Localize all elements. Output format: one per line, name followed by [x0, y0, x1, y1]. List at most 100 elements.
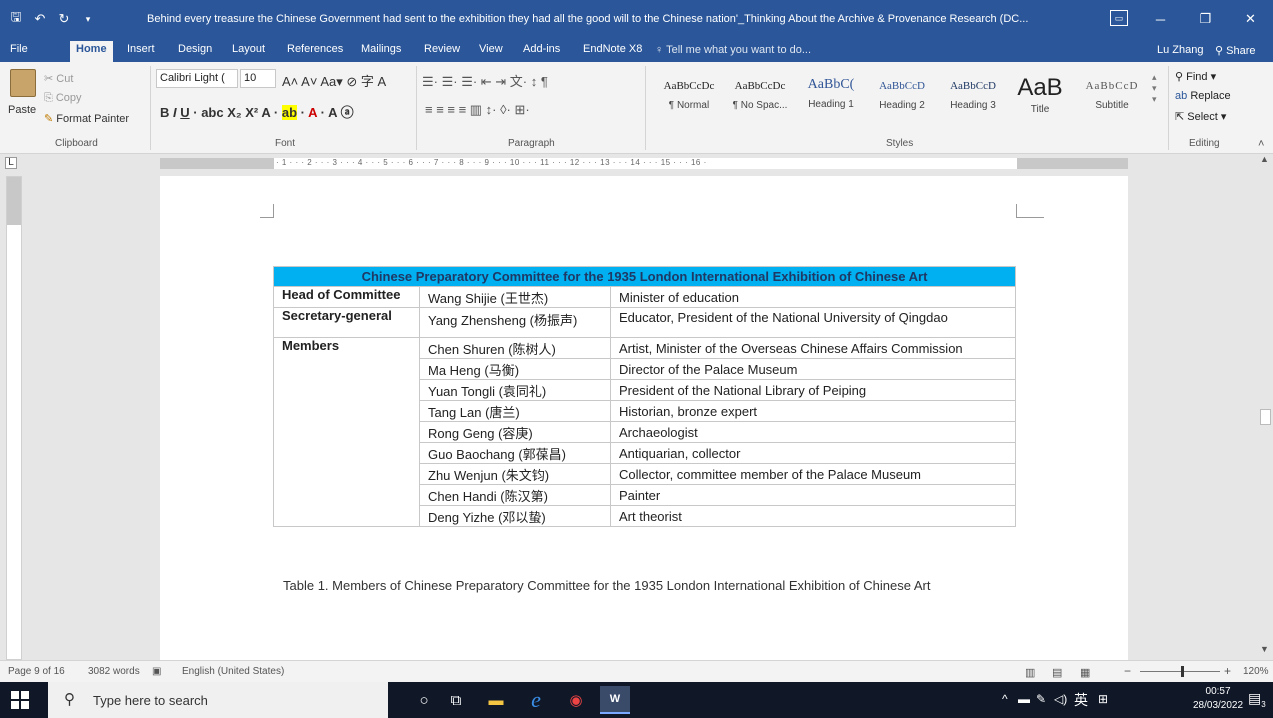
list-buttons[interactable]: ☰· ☰· ☰· ⇤ ⇥ 文· ↕ ¶ — [422, 71, 548, 90]
style-heading-2[interactable]: AaBbCcD Heading 2 — [868, 80, 936, 111]
task-view-icon[interactable]: ⧉ — [444, 689, 468, 711]
ruler-ticks: · 1 · · · 2 · · · 3 · · · 4 · · · 5 · · … — [276, 158, 707, 167]
document-page[interactable]: Chinese Preparatory Committee for the 19… — [160, 176, 1128, 660]
language-indicator[interactable]: English (United States) — [182, 666, 284, 677]
cortana-icon[interactable]: ○ — [412, 689, 436, 711]
network-icon[interactable]: ▬ — [1018, 692, 1030, 706]
copy-button[interactable]: ⎘ Copy — [44, 92, 82, 105]
font-format-buttons[interactable]: B I U · abc X₂ X² A · ab · A · A ⓐ — [160, 102, 354, 121]
quick-access-toolbar: 🖫 ↶ ↻ ▾ — [6, 9, 98, 28]
close-icon[interactable]: ✕ — [1228, 0, 1273, 38]
read-mode-icon[interactable]: ▥ — [1025, 666, 1035, 679]
zoom-slider-handle[interactable] — [1181, 666, 1184, 677]
collapse-ribbon-icon[interactable]: ˄ — [1258, 138, 1264, 150]
edge-icon[interactable]: e — [524, 687, 548, 712]
style-heading-3[interactable]: AaBbCcD Heading 3 — [939, 80, 1007, 111]
ribbon-tabs: File Home Insert Design Layout Reference… — [0, 38, 1273, 62]
web-layout-icon[interactable]: ▦ — [1080, 666, 1090, 679]
tab-add-ins[interactable]: Add-ins — [523, 43, 560, 55]
zoom-level[interactable]: 120% — [1243, 666, 1269, 677]
notifications-icon[interactable]: ▤3 — [1248, 690, 1266, 709]
scroll-down-icon[interactable]: ▼ — [1260, 644, 1269, 654]
tab-file[interactable]: File — [10, 43, 28, 55]
search-icon: ⚲ — [1175, 71, 1184, 83]
word-taskbar-icon[interactable]: W — [600, 686, 630, 714]
style-normal[interactable]: AaBbCcDc ¶ Normal — [655, 80, 723, 111]
committee-table[interactable]: Chinese Preparatory Committee for the 19… — [273, 266, 1016, 527]
proofing-icon[interactable]: ▣ — [152, 666, 161, 677]
file-explorer-icon[interactable]: ▬ — [484, 689, 508, 711]
ribbon: Paste ✂ Cut ⎘ Copy ✎ Format Painter Clip… — [0, 62, 1273, 154]
margin-corner-mark — [1016, 204, 1044, 218]
paste-button[interactable]: Paste — [8, 104, 36, 116]
redo-icon[interactable]: ↻ — [54, 10, 74, 28]
select-button[interactable]: ⇱ Select ▾ — [1175, 110, 1226, 123]
paste-icon[interactable] — [10, 69, 36, 97]
tab-home[interactable]: Home — [70, 41, 113, 62]
pen-icon[interactable]: ✎ — [1036, 692, 1046, 706]
save-icon[interactable]: 🖫 — [6, 9, 26, 28]
font-size-box[interactable]: 10 — [240, 69, 276, 88]
tab-references[interactable]: References — [287, 43, 343, 55]
share-button[interactable]: ⚲ Share — [1215, 44, 1255, 57]
user-name[interactable]: Lu Zhang — [1157, 44, 1203, 56]
show-hidden-icons[interactable]: ^ — [1002, 692, 1008, 706]
find-button[interactable]: ⚲ Find ▾ — [1175, 70, 1216, 83]
format-painter-button[interactable]: ✎ Format Painter — [44, 112, 129, 125]
tab-layout[interactable]: Layout — [232, 43, 265, 55]
windows-start-icon[interactable] — [11, 691, 29, 709]
cut-button[interactable]: ✂ Cut — [44, 72, 73, 85]
brush-icon: ✎ — [44, 113, 54, 125]
scroll-thumb[interactable] — [1260, 409, 1271, 425]
font-group-label: Font — [275, 138, 296, 149]
customize-icon[interactable]: ▾ — [78, 10, 98, 28]
status-bar: Page 9 of 16 3082 words ▣ English (Unite… — [0, 660, 1273, 682]
tab-view[interactable]: View — [479, 43, 503, 55]
taskbar-clock[interactable]: 00:57 28/03/2022 — [1193, 685, 1243, 713]
grow-shrink-font-buttons[interactable]: A˄ A˅ Aa▾ ⊘ 字 A — [282, 71, 386, 90]
scroll-up-icon[interactable]: ▲ — [1260, 154, 1269, 164]
style-heading-1[interactable]: AaBbC( Heading 1 — [797, 77, 865, 110]
paragraph-group-label: Paragraph — [508, 138, 555, 149]
zoom-in-icon[interactable]: + — [1224, 664, 1231, 678]
undo-icon[interactable]: ↶ — [30, 10, 50, 28]
vertical-scrollbar[interactable]: ▲ ▼ — [1256, 154, 1273, 660]
ribbon-display-options-icon[interactable]: ▭ — [1110, 10, 1128, 26]
table-title: Chinese Preparatory Committee for the 19… — [273, 266, 1016, 287]
replace-button[interactable]: ab Replace — [1175, 90, 1231, 102]
tab-endnote[interactable]: EndNote X8 — [583, 43, 642, 55]
tab-selector-icon[interactable]: L — [5, 157, 17, 169]
tell-me-box[interactable]: ♀ Tell me what you want to do... — [655, 44, 811, 56]
tab-insert[interactable]: Insert — [127, 43, 155, 55]
word-count[interactable]: 3082 words — [88, 666, 140, 677]
volume-icon[interactable]: ◁) — [1054, 692, 1067, 706]
horizontal-ruler[interactable]: L · 1 · · · 2 · · · 3 · · · 4 · · · 5 · … — [0, 154, 1273, 174]
tab-review[interactable]: Review — [424, 43, 460, 55]
style-subtitle[interactable]: AaBbCcD Subtitle — [1078, 80, 1146, 111]
replace-icon: ab — [1175, 90, 1188, 102]
page-count[interactable]: Page 9 of 16 — [8, 666, 65, 677]
alignment-buttons[interactable]: ≡ ≡ ≡ ≡ ▥ ↕· ◊· ⊞· — [425, 102, 530, 118]
style-title[interactable]: AaB Title — [1010, 74, 1070, 115]
vertical-ruler[interactable] — [6, 176, 22, 660]
clipboard-group-label: Clipboard — [55, 138, 98, 149]
font-name-box[interactable]: Calibri Light ( — [156, 69, 238, 88]
maximize-icon[interactable]: ❐ — [1183, 0, 1228, 38]
search-icon: ⚲ — [64, 691, 75, 708]
zoom-slider[interactable] — [1140, 671, 1220, 672]
print-layout-icon[interactable]: ▤ — [1052, 666, 1062, 679]
styles-scroll-icon[interactable]: ▴ ▾ ▾ — [1152, 72, 1157, 105]
tab-mailings[interactable]: Mailings — [361, 43, 401, 55]
styles-group-label: Styles — [886, 138, 914, 149]
table-caption: Table 1. Members of Chinese Preparatory … — [283, 578, 931, 593]
document-title: Behind every treasure the Chinese Govern… — [147, 13, 1029, 25]
taskbar-search-box[interactable]: ⚲ Type here to search — [48, 682, 388, 718]
ime-indicator[interactable]: 英 — [1074, 690, 1088, 710]
tab-design[interactable]: Design — [178, 43, 212, 55]
style-no-spacing[interactable]: AaBbCcDc ¶ No Spac... — [726, 80, 794, 111]
zoom-out-icon[interactable]: − — [1124, 664, 1131, 678]
chrome-icon[interactable]: ◉ — [564, 689, 588, 711]
title-bar: 🖫 ↶ ↻ ▾ Behind every treasure the Chines… — [0, 0, 1273, 38]
minimize-icon[interactable]: ─ — [1138, 0, 1183, 38]
keyboard-icon[interactable]: ⊞ — [1098, 692, 1108, 706]
